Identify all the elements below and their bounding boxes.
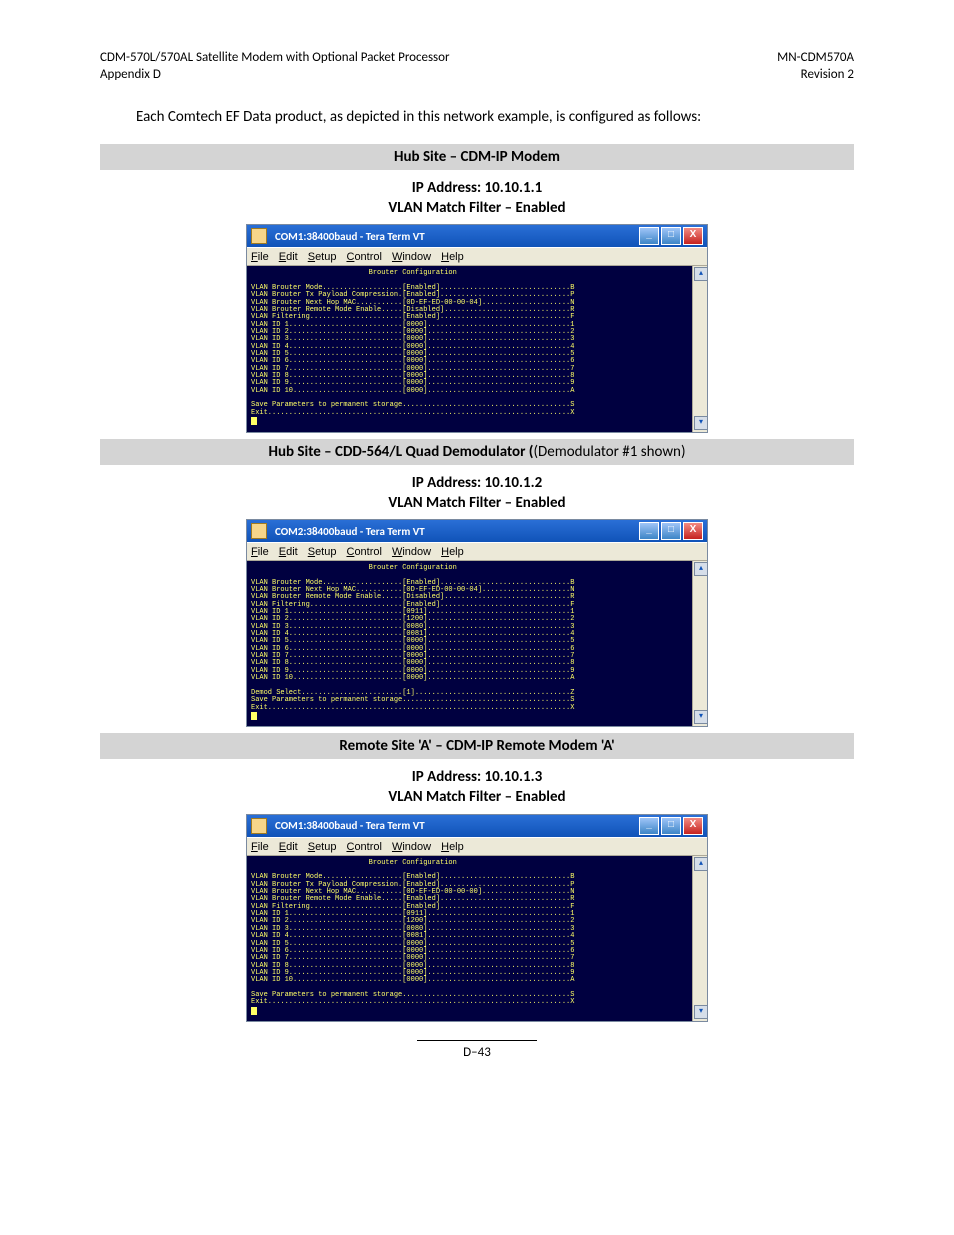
menu-window[interactable]: Window xyxy=(392,841,431,853)
cursor-icon xyxy=(251,1007,257,1015)
section-heading: Hub Site – CDM-IP Modem xyxy=(100,144,854,170)
maximize-button[interactable]: □ xyxy=(661,522,681,540)
header-revision: Revision 2 xyxy=(777,67,854,84)
terminal-window: COM2:38400baud - Tera Term VT_□X File Edit… xyxy=(246,519,708,727)
scroll-up-button[interactable]: ▴ xyxy=(694,267,708,281)
menu-file[interactable]: File xyxy=(251,841,269,853)
section-heading: Remote Site 'A' – CDM-IP Remote Modem 'A… xyxy=(100,733,854,759)
scroll-down-button[interactable]: ▾ xyxy=(694,416,708,430)
scrollbar[interactable]: ▴▾ xyxy=(692,266,707,431)
scrollbar[interactable]: ▴▾ xyxy=(692,561,707,726)
vlan-filter-line: VLAN Match Filter – Enabled xyxy=(100,198,854,218)
terminal-body[interactable]: Brouter Configuration VLAN Brouter Mode.… xyxy=(247,561,707,726)
scroll-down-button[interactable]: ▾ xyxy=(694,1005,708,1019)
menubar: File Edit Setup Control Window Help xyxy=(247,247,707,266)
menu-edit[interactable]: Edit xyxy=(279,251,298,263)
window-title: COM2:38400baud - Tera Term VT xyxy=(271,525,637,538)
cursor-icon xyxy=(251,712,257,720)
scrollbar[interactable]: ▴▾ xyxy=(692,856,707,1021)
maximize-button[interactable]: □ xyxy=(661,227,681,245)
menu-window[interactable]: Window xyxy=(392,251,431,263)
minimize-button[interactable]: _ xyxy=(639,522,659,540)
menu-setup[interactable]: Setup xyxy=(308,546,337,558)
scroll-down-button[interactable]: ▾ xyxy=(694,710,708,724)
menubar: File Edit Setup Control Window Help xyxy=(247,837,707,856)
terminal-body[interactable]: Brouter Configuration VLAN Brouter Mode.… xyxy=(247,266,707,431)
cursor-icon xyxy=(251,417,257,425)
terminal-window: COM1:38400baud - Tera Term VT_□X File Edit… xyxy=(246,814,708,1022)
ip-address-line: IP Address: 10.10.1.3 xyxy=(100,767,854,787)
header-product: CDM-570L/570AL Satellite Modem with Opti… xyxy=(100,50,450,67)
menu-control[interactable]: Control xyxy=(346,251,381,263)
terminal-body[interactable]: Brouter Configuration VLAN Brouter Mode.… xyxy=(247,856,707,1021)
ip-address-line: IP Address: 10.10.1.2 xyxy=(100,473,854,493)
maximize-button[interactable]: □ xyxy=(661,817,681,835)
menubar: File Edit Setup Control Window Help xyxy=(247,542,707,561)
close-button[interactable]: X xyxy=(683,522,703,540)
window-title: COM1:38400baud - Tera Term VT xyxy=(271,230,637,243)
minimize-button[interactable]: _ xyxy=(639,227,659,245)
app-icon xyxy=(251,228,267,244)
menu-setup[interactable]: Setup xyxy=(308,841,337,853)
window-title: COM1:38400baud - Tera Term VT xyxy=(271,819,637,832)
section-subheading: IP Address: 10.10.1.2VLAN Match Filter –… xyxy=(100,473,854,514)
scroll-up-button[interactable]: ▴ xyxy=(694,857,708,871)
scroll-up-button[interactable]: ▴ xyxy=(694,562,708,576)
menu-setup[interactable]: Setup xyxy=(308,251,337,263)
page-number: D–43 xyxy=(417,1040,537,1060)
menu-control[interactable]: Control xyxy=(346,546,381,558)
app-icon xyxy=(251,523,267,539)
menu-file[interactable]: File xyxy=(251,546,269,558)
close-button[interactable]: X xyxy=(683,817,703,835)
menu-help[interactable]: Help xyxy=(441,251,464,263)
menu-control[interactable]: Control xyxy=(346,841,381,853)
titlebar[interactable]: COM2:38400baud - Tera Term VT_□X xyxy=(247,520,707,542)
section-subheading: IP Address: 10.10.1.1VLAN Match Filter –… xyxy=(100,178,854,219)
menu-window[interactable]: Window xyxy=(392,546,431,558)
app-icon xyxy=(251,818,267,834)
vlan-filter-line: VLAN Match Filter – Enabled xyxy=(100,787,854,807)
titlebar[interactable]: COM1:38400baud - Tera Term VT_□X xyxy=(247,815,707,837)
menu-edit[interactable]: Edit xyxy=(279,841,298,853)
section-heading-prefix: Hub Site – CDD-564/L Quad Demodulator ( xyxy=(268,443,533,461)
header-appendix: Appendix D xyxy=(100,67,450,84)
header-docnum: MN-CDM570A xyxy=(777,50,854,67)
section-heading: Hub Site – CDD-564/L Quad Demodulator ((… xyxy=(100,439,854,465)
titlebar[interactable]: COM1:38400baud - Tera Term VT_□X xyxy=(247,225,707,247)
close-button[interactable]: X xyxy=(683,227,703,245)
menu-edit[interactable]: Edit xyxy=(279,546,298,558)
section-subheading: IP Address: 10.10.1.3VLAN Match Filter –… xyxy=(100,767,854,808)
menu-help[interactable]: Help xyxy=(441,841,464,853)
ip-address-line: IP Address: 10.10.1.1 xyxy=(100,178,854,198)
terminal-window: COM1:38400baud - Tera Term VT_□X File Edit… xyxy=(246,224,708,432)
vlan-filter-line: VLAN Match Filter – Enabled xyxy=(100,493,854,513)
menu-file[interactable]: File xyxy=(251,251,269,263)
menu-help[interactable]: Help xyxy=(441,546,464,558)
intro-paragraph: Each Comtech EF Data product, as depicte… xyxy=(136,108,854,126)
minimize-button[interactable]: _ xyxy=(639,817,659,835)
section-heading-suffix: (Demodulator #1 shown) xyxy=(533,443,685,461)
